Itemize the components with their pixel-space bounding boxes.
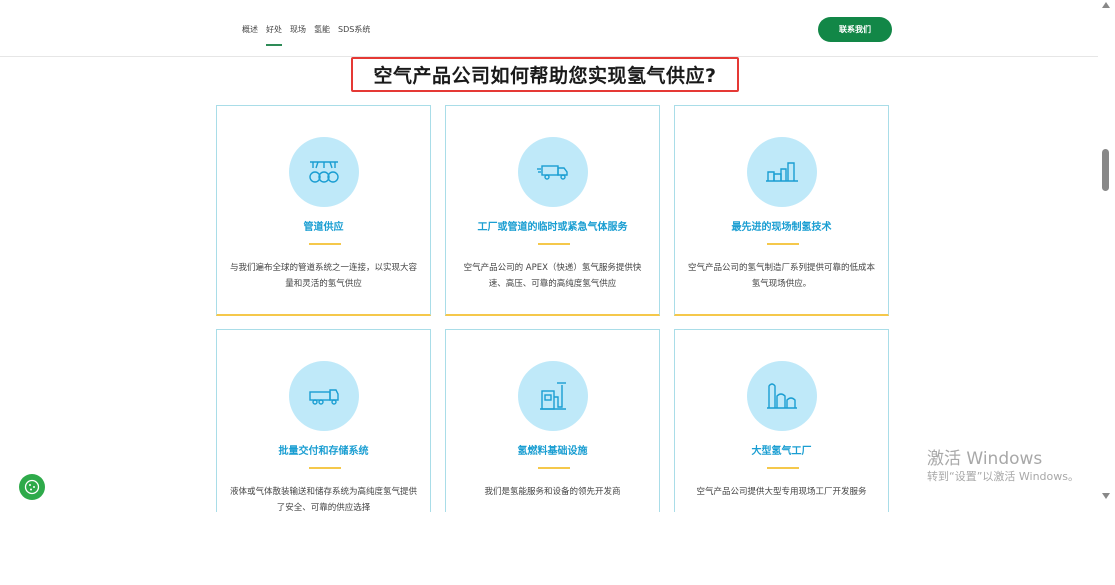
cookie-icon — [24, 479, 40, 495]
divider — [538, 243, 570, 245]
card-pipeline-supply[interactable]: 管道供应 与我们遍布全球的管道系统之一连接，以实现大容量和灵活的氢气供应 — [216, 105, 431, 316]
card-title: 大型氢气工厂 — [751, 446, 812, 457]
divider — [767, 243, 799, 245]
card-description: 空气产品公司的氢气制造厂系列提供可靠的低成本氢气现场供应。 — [687, 263, 875, 289]
card-title: 氢燃料基础设施 — [517, 446, 588, 457]
nav-onsite[interactable]: 现场 — [290, 24, 306, 35]
tanker-truck-icon — [309, 389, 339, 405]
scrollbar-thumb[interactable] — [1102, 149, 1109, 191]
card-fuel-infrastructure[interactable]: 氢燃料基础设施 我们是氢能服务和设备的领先开发商 — [445, 329, 660, 512]
card-title: 管道供应 — [303, 222, 344, 233]
scroll-down-arrow-icon[interactable] — [1102, 493, 1110, 499]
card-large-plant[interactable]: 大型氢气工厂 空气产品公司提供大型专用现场工厂开发服务 — [674, 329, 889, 512]
vertical-scrollbar[interactable] — [1098, 0, 1115, 512]
pipeline-icon — [309, 161, 339, 183]
icon-circle — [518, 361, 588, 431]
icon-circle — [289, 137, 359, 207]
scroll-up-arrow-icon[interactable] — [1102, 2, 1110, 8]
divider — [309, 243, 341, 245]
icon-circle — [289, 361, 359, 431]
contact-us-button[interactable]: 联系我们 — [818, 17, 892, 42]
icon-circle — [518, 137, 588, 207]
icon-circle — [747, 361, 817, 431]
activate-windows-watermark-hint: 转到“设置”以激活 Windows。 — [927, 470, 1079, 483]
large-plant-icon — [767, 383, 797, 409]
blank-area — [0, 512, 1115, 585]
top-navigation: 概述 好处 现场 氢能 SDS系统 联系我们 — [0, 0, 1098, 57]
fuel-station-icon — [540, 382, 566, 410]
cookie-settings-button[interactable] — [19, 474, 45, 500]
card-onsite-hydrogen[interactable]: 最先进的现场制氢技术 空气产品公司的氢气制造厂系列提供可靠的低成本氢气现场供应。 — [674, 105, 889, 316]
card-description: 空气产品公司的 APEX（快递）氢气服务提供快速、高压、可靠的高纯度氢气供应 — [463, 263, 642, 289]
icon-circle — [747, 137, 817, 207]
card-description: 空气产品公司提供大型专用现场工厂开发服务 — [696, 487, 867, 497]
card-description: 液体或气体散装输送和储存系统为高纯度氢气提供了安全、可靠的供应选择 — [229, 487, 417, 512]
truck-icon — [537, 165, 568, 180]
card-bulk-delivery[interactable]: 批量交付和存储系统 液体或气体散装输送和储存系统为高纯度氢气提供了安全、可靠的供… — [216, 329, 431, 512]
card-title: 最先进的现场制氢技术 — [731, 222, 832, 233]
divider — [309, 467, 341, 469]
card-description: 与我们遍布全球的管道系统之一连接，以实现大容量和灵活的氢气供应 — [229, 263, 417, 289]
nav-overview[interactable]: 概述 — [242, 24, 258, 35]
nav-benefits[interactable]: 好处 — [266, 24, 282, 46]
section-nav: 概述 好处 现场 氢能 SDS系统 — [242, 24, 370, 46]
card-title: 批量交付和存储系统 — [278, 446, 369, 457]
activate-windows-watermark-title: 激活 Windows — [927, 449, 1043, 469]
nav-sds-system[interactable]: SDS系统 — [338, 24, 370, 35]
card-temporary-gas-service[interactable]: 工厂或管道的临时或紧急气体服务 空气产品公司的 APEX（快递）氢气服务提供快速… — [445, 105, 660, 316]
page-title: 空气产品公司如何帮助您实现氢气供应? — [351, 57, 739, 92]
factory-icon — [766, 162, 798, 182]
card-title: 工厂或管道的临时或紧急气体服务 — [477, 222, 628, 233]
browser-viewport: 概述 好处 现场 氢能 SDS系统 联系我们 空气产品公司如何帮助您实现氢气供应… — [0, 0, 1098, 512]
divider — [538, 467, 570, 469]
divider — [767, 467, 799, 469]
card-description: 我们是氢能服务和设备的领先开发商 — [484, 487, 621, 497]
nav-hydrogen-energy[interactable]: 氢能 — [314, 24, 330, 35]
